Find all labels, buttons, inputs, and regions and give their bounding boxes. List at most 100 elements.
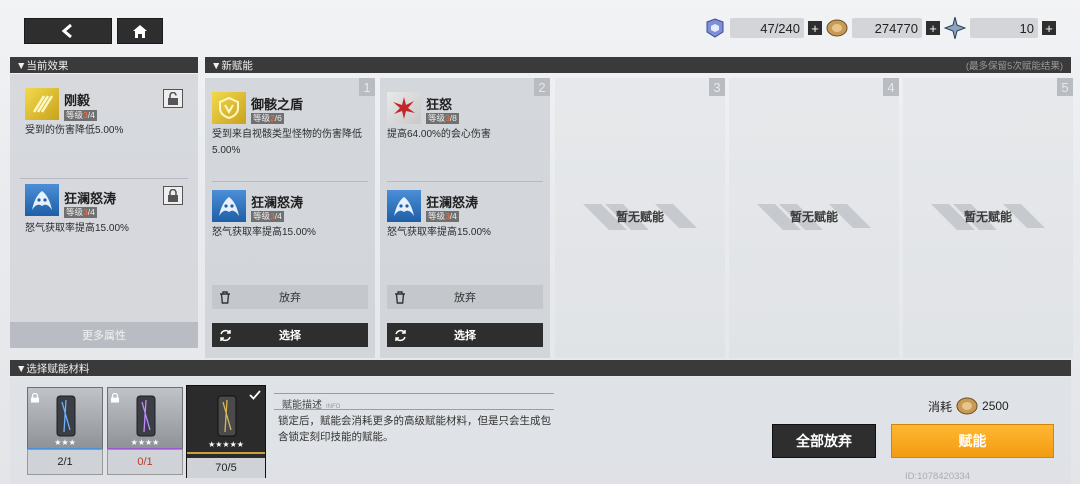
enhancement-slot-3: 3 暂无赋能 xyxy=(555,78,725,358)
swap-icon xyxy=(395,329,406,341)
divider xyxy=(212,181,368,182)
user-id: ID:1078420334 xyxy=(905,471,970,482)
cost-display: 消耗 2500 xyxy=(928,396,1009,416)
raging-wave-icon xyxy=(212,190,246,222)
raging-wave-icon xyxy=(25,184,59,216)
current-skill-2-level: 等级3/4 xyxy=(64,207,97,218)
cost-value: 2500 xyxy=(982,399,1009,413)
enhance-button[interactable]: 赋能 xyxy=(891,424,1054,458)
coin-value: 274770 xyxy=(852,18,922,38)
resource-star: 10 + xyxy=(944,17,1056,39)
slot-number: 2 xyxy=(534,78,550,96)
material-capsule-icon xyxy=(217,395,237,437)
empty-slot-label: 暂无赋能 xyxy=(615,210,664,224)
rage-icon xyxy=(387,92,421,124)
material-count-box-2: 0/1 xyxy=(107,449,183,475)
star-shard-icon xyxy=(944,17,966,39)
material-capsule-icon xyxy=(56,395,76,437)
lock-icon xyxy=(110,390,120,403)
current-skill-1-desc: 受到的伤害降低5.00% xyxy=(25,125,124,136)
material-stars: ★★★ xyxy=(54,438,76,447)
home-button[interactable] xyxy=(117,18,163,44)
material-count-3: 70/5 xyxy=(215,462,237,474)
slot-2-select-button[interactable]: 选择 xyxy=(387,323,543,347)
slot-number: 1 xyxy=(359,78,375,96)
unlock-icon xyxy=(168,92,178,105)
divider xyxy=(387,181,543,182)
lock-icon xyxy=(30,390,40,403)
slot-1-select-button[interactable]: 选择 xyxy=(212,323,368,347)
slot-2-skill-2-level: 等级3/4 xyxy=(426,211,459,222)
slot-1-skill-2-level: 等级3/4 xyxy=(251,211,284,222)
fortitude-icon xyxy=(25,88,59,120)
check-icon xyxy=(249,390,261,400)
new-enhancements-header: ▼新赋能 (最多保留5次赋能结果) xyxy=(205,57,1071,73)
cost-label: 消耗 xyxy=(928,399,953,414)
retention-note: (最多保留5次赋能结果) xyxy=(965,61,1063,72)
rarity-bar xyxy=(187,452,265,454)
slot-2-skill-2-name: 狂澜怒涛 xyxy=(426,195,479,210)
coin-icon xyxy=(826,19,848,37)
slot-number: 3 xyxy=(709,78,725,96)
discard-all-button[interactable]: 全部放弃 xyxy=(772,424,876,458)
desc-text: 锁定后，赋能会消耗更多的高级赋能材料，但是只会生成包含锁定刻印技能的赋能。 xyxy=(278,415,551,443)
shield-icon xyxy=(212,92,246,124)
material-count-box-3: 70/5 xyxy=(187,458,265,478)
add-star-button[interactable]: + xyxy=(1042,21,1056,35)
current-skill-2-desc: 怒气获取率提高15.00% xyxy=(25,223,129,234)
current-skill-1-name: 刚毅 xyxy=(64,93,91,108)
energy-crystal-icon xyxy=(706,18,724,38)
material-stars: ★★★★★ xyxy=(208,440,244,449)
back-arrow-icon xyxy=(61,24,72,38)
empty-slot-label: 暂无赋能 xyxy=(789,210,838,224)
empty-slot-label: 暂无赋能 xyxy=(963,210,1012,224)
resource-coin: 274770 + xyxy=(826,17,940,39)
slot-2-skill-1-desc: 提高64.00%的会心伤害 xyxy=(387,129,491,140)
materials-header: ▼选择赋能材料 xyxy=(10,360,1071,376)
home-icon xyxy=(133,24,147,38)
slot-number: 5 xyxy=(1057,78,1073,96)
current-skill-2-name: 狂澜怒涛 xyxy=(64,191,117,206)
swap-icon xyxy=(220,329,231,341)
slot-1-skill-2-name: 狂澜怒涛 xyxy=(251,195,304,210)
energy-value: 47/240 xyxy=(730,18,804,38)
slot-1-skill-2-desc: 怒气获取率提高15.00% xyxy=(212,227,316,238)
coin-icon xyxy=(956,397,978,415)
slot-2-skill-2-desc: 怒气获取率提高15.00% xyxy=(387,227,491,238)
back-button[interactable] xyxy=(24,18,112,44)
lock-icon xyxy=(168,189,178,202)
current-effects-header: ▼当前效果 xyxy=(10,57,198,73)
enhancement-slot-2: 2 狂怒 等级3/8 提高64.00%的会心伤害 狂澜怒涛 等级3/4 怒气获取… xyxy=(380,78,550,358)
slot-1-skill-1-level: 等级2/6 xyxy=(251,113,284,124)
lock-toggle-1[interactable] xyxy=(163,89,183,108)
trash-icon xyxy=(395,290,405,304)
slot-number: 4 xyxy=(883,78,899,96)
trash-icon xyxy=(220,290,230,304)
current-skill-1-level: 等级3/4 xyxy=(64,110,97,121)
divider xyxy=(274,409,554,410)
add-coin-button[interactable]: + xyxy=(926,21,940,35)
material-capsule-icon xyxy=(136,395,156,437)
material-count-2: 0/1 xyxy=(137,456,153,468)
material-card-1[interactable]: ★★★ xyxy=(27,387,103,450)
material-card-2[interactable]: ★★★★ xyxy=(107,387,183,450)
slot-1-discard-button[interactable]: 放弃 xyxy=(212,285,368,309)
current-effects-panel: 刚毅 等级3/4 受到的伤害降低5.00% 狂澜怒涛 等级3/4 怒气获取率提高… xyxy=(10,74,198,348)
material-card-3-selected[interactable]: ★★★★★ 70/5 xyxy=(186,385,266,478)
material-count-box-1: 2/1 xyxy=(27,449,103,475)
resource-energy: 47/240 + xyxy=(704,17,822,39)
divider xyxy=(274,393,554,394)
new-enhancements-title: ▼新赋能 xyxy=(211,59,253,72)
slot-2-skill-1-name: 狂怒 xyxy=(426,97,453,112)
more-attributes-button[interactable]: 更多属性 xyxy=(10,322,198,348)
slot-1-skill-1-desc: 受到来自视骸类型怪物的伤害降低5.00% xyxy=(212,129,362,156)
lock-toggle-2[interactable] xyxy=(163,186,183,205)
material-stars: ★★★★ xyxy=(130,438,160,447)
enhancement-slot-4: 4 暂无赋能 xyxy=(729,78,899,358)
slot-2-discard-button[interactable]: 放弃 xyxy=(387,285,543,309)
enhancement-slot-5: 5 暂无赋能 xyxy=(903,78,1073,358)
enhancement-slot-1: 1 御骸之盾 等级2/6 受到来自视骸类型怪物的伤害降低5.00% 狂澜怒涛 等… xyxy=(205,78,375,358)
material-count-1: 2/1 xyxy=(57,456,73,468)
add-energy-button[interactable]: + xyxy=(808,21,822,35)
raging-wave-icon xyxy=(387,190,421,222)
